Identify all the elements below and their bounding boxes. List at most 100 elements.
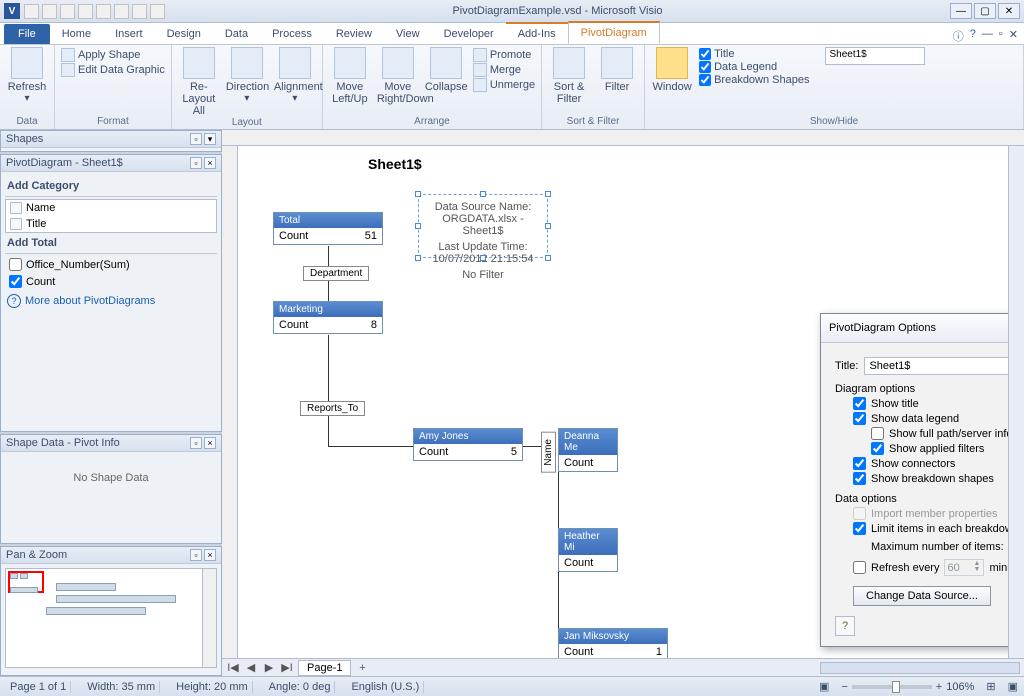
node-deanna[interactable]: Deanna Me Count (558, 428, 618, 472)
pagetab-last-icon[interactable]: ▶I (280, 661, 294, 674)
dlg-show-filters-check[interactable]: Show applied filters (871, 442, 1008, 455)
tab-insert[interactable]: Insert (103, 24, 155, 44)
pane-close-icon[interactable]: × (204, 549, 216, 561)
dlg-change-datasource-button[interactable]: Change Data Source... (853, 586, 991, 606)
qat-new-icon[interactable] (24, 4, 39, 19)
total-office-check[interactable]: Office_Number(Sum) (5, 256, 217, 273)
zoom-level[interactable]: 106% (946, 681, 974, 693)
apply-shape-button[interactable]: Apply Shape (61, 48, 165, 62)
node-marketing[interactable]: Marketing Count8 (273, 301, 383, 334)
node-heather[interactable]: Heather Mi Count (558, 528, 618, 572)
status-lang[interactable]: English (U.S.) (347, 681, 424, 693)
tab-data[interactable]: Data (213, 24, 260, 44)
panzoom-canvas[interactable] (5, 568, 217, 668)
breakdown-reportsto[interactable]: Reports_To (300, 401, 365, 416)
dlg-show-breakdown-check[interactable]: Show breakdown shapes (853, 472, 1008, 485)
horizontal-scrollbar[interactable] (820, 662, 1020, 674)
refresh-button[interactable]: Refresh▾ (6, 47, 48, 104)
pagetab-first-icon[interactable]: I◀ (226, 661, 240, 674)
showhide-legend-check[interactable]: Data Legend (699, 61, 809, 73)
dlg-show-fullpath-check[interactable]: Show full path/server information (871, 427, 1008, 440)
dlg-limit-items-check[interactable]: Limit items in each breakdown: (853, 522, 1008, 535)
total-count-check[interactable]: Count (5, 273, 217, 290)
tab-design[interactable]: Design (155, 24, 213, 44)
page-tab-1[interactable]: Page-1 (298, 660, 351, 676)
qat-save-icon[interactable] (42, 4, 57, 19)
category-listbox[interactable]: Name Title (5, 199, 217, 233)
fit-window-icon[interactable]: ⊞ (986, 680, 995, 693)
promote-button[interactable]: Promote (473, 48, 535, 62)
dlg-show-title-check[interactable]: Show title (853, 397, 1008, 410)
fullscreen-icon[interactable]: ▣ (1008, 680, 1018, 693)
title-combo[interactable]: Sheet1$ (825, 47, 925, 65)
pane-close-icon[interactable]: × (204, 437, 216, 449)
qat-preview-icon[interactable] (78, 4, 93, 19)
alignment-button[interactable]: Alignment▾ (274, 47, 316, 104)
minimize-button[interactable]: — (950, 3, 972, 19)
showhide-breakdown-check[interactable]: Breakdown Shapes (699, 74, 809, 86)
help-icon[interactable]: ⓘ (953, 28, 964, 44)
node-amy[interactable]: Amy Jones Count5 (413, 428, 523, 461)
breakdown-department[interactable]: Department (303, 266, 369, 281)
dlg-refresh-check[interactable]: Refresh every ▲▼ minutes (853, 559, 1008, 576)
node-jan[interactable]: Jan Miksovsky Count1 (558, 628, 668, 658)
data-legend-shape[interactable]: Data Source Name: ORGDATA.xlsx - Sheet1$… (418, 194, 548, 258)
showhide-title-check[interactable]: Title (699, 48, 809, 60)
unmerge-button[interactable]: Unmerge (473, 78, 535, 92)
drawing-canvas[interactable]: Sheet1$ Data Source Name: ORGDATA.xlsx -… (238, 146, 1008, 658)
vertical-scrollbar[interactable] (1008, 146, 1024, 658)
pane-close-icon[interactable]: × (204, 157, 216, 169)
qat-dropdown-icon[interactable] (150, 4, 165, 19)
qat-refresh-icon[interactable] (132, 4, 147, 19)
pane-pin-icon[interactable]: ▫ (190, 549, 202, 561)
ribbon-restore-icon[interactable]: ▫ (999, 28, 1003, 44)
panzoom-slider[interactable] (202, 569, 216, 667)
move-right-button[interactable]: Move Right/Down (377, 47, 419, 105)
ribbon-min-icon[interactable]: — (982, 28, 993, 44)
dlg-show-legend-check[interactable]: Show data legend (853, 412, 1008, 425)
tab-home[interactable]: Home (50, 24, 103, 44)
tab-review[interactable]: Review (324, 24, 384, 44)
ribbon-close-icon[interactable]: ✕ (1009, 28, 1018, 44)
sortfilter-button[interactable]: Sort & Filter (548, 47, 590, 105)
breakdown-name[interactable]: Name (541, 432, 556, 473)
move-left-button[interactable]: Move Left/Up (329, 47, 371, 105)
pagetab-prev-icon[interactable]: ◀ (244, 661, 258, 674)
zoom-control[interactable]: − + 106% (841, 681, 974, 693)
list-item[interactable]: Name (6, 200, 216, 216)
qat-print-icon[interactable] (60, 4, 75, 19)
tab-file[interactable]: File (4, 24, 50, 44)
relayout-button[interactable]: Re-Layout All (178, 47, 220, 117)
dlg-title-input[interactable] (864, 357, 1008, 375)
maximize-button[interactable]: ▢ (974, 3, 996, 19)
pane-pin-icon[interactable]: ▫ (190, 133, 202, 145)
close-button[interactable]: ✕ (998, 3, 1020, 19)
edit-data-graphic-button[interactable]: Edit Data Graphic (61, 63, 165, 77)
tab-pivotdiagram[interactable]: PivotDiagram (568, 21, 660, 44)
zoom-in-icon[interactable]: + (936, 681, 942, 693)
pagetab-next-icon[interactable]: ▶ (262, 661, 276, 674)
zoom-out-icon[interactable]: − (841, 681, 847, 693)
filter-button[interactable]: Filter (596, 47, 638, 93)
tab-view[interactable]: View (384, 24, 432, 44)
merge-button[interactable]: Merge (473, 63, 535, 77)
tab-developer[interactable]: Developer (432, 24, 506, 44)
more-link[interactable]: ?More about PivotDiagrams (5, 290, 217, 312)
direction-button[interactable]: Direction▾ (226, 47, 268, 104)
qat-redo-icon[interactable] (114, 4, 129, 19)
pagetab-add-icon[interactable]: + (355, 662, 369, 674)
node-total[interactable]: Total Count51 (273, 212, 383, 245)
qat-undo-icon[interactable] (96, 4, 111, 19)
tab-process[interactable]: Process (260, 24, 324, 44)
dlg-help-button[interactable]: ? (835, 616, 855, 636)
pane-pin-icon[interactable]: ▫ (190, 157, 202, 169)
status-record-icon[interactable]: ▣ (819, 680, 829, 693)
pane-dropdown-icon[interactable]: ▾ (204, 133, 216, 145)
window-button[interactable]: Window (651, 47, 693, 93)
list-item[interactable]: Title (6, 216, 216, 232)
collapse-button[interactable]: Collapse (425, 47, 467, 93)
pane-pin-icon[interactable]: ▫ (190, 437, 202, 449)
dlg-show-connectors-check[interactable]: Show connectors (853, 457, 1008, 470)
tab-addins[interactable]: Add-Ins (506, 22, 568, 44)
help-question-icon[interactable]: ? (970, 28, 976, 44)
